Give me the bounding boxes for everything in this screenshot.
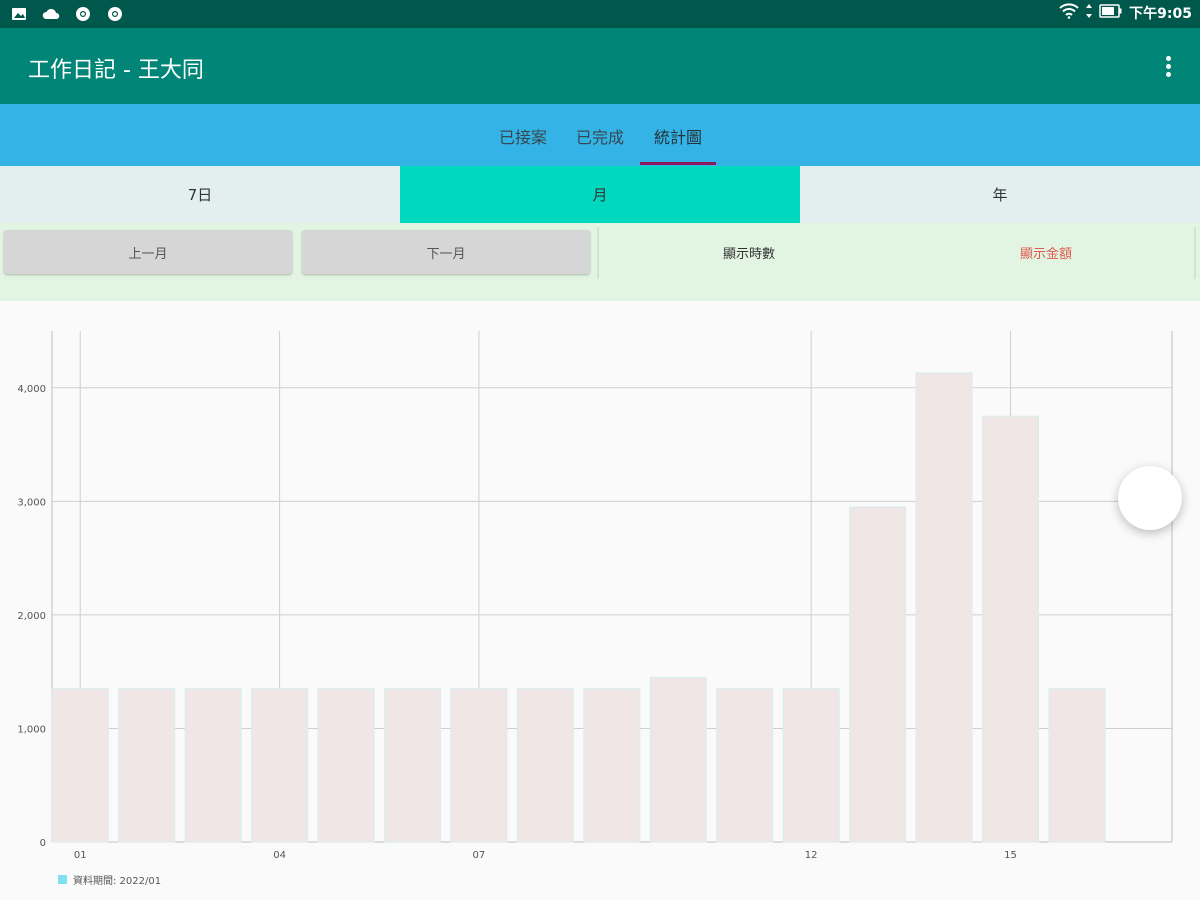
x-tick-label: 12 — [805, 850, 818, 861]
more-vert-icon-dot — [1165, 71, 1171, 77]
bar-day-10 — [649, 676, 707, 843]
y-tick-label: 3,000 — [17, 497, 46, 508]
wifi-icon — [1059, 3, 1079, 23]
floating-action-button[interactable] — [1118, 466, 1182, 530]
battery-icon — [1099, 4, 1123, 22]
bar-day-05 — [317, 688, 375, 843]
bar-day-08 — [516, 688, 574, 843]
app-bar: 工作日記 - 王大同 — [0, 28, 1200, 104]
clock: 下午9:05 — [1129, 6, 1192, 22]
bar-day-15 — [982, 415, 1040, 843]
legend-swatch — [58, 875, 67, 884]
overflow-menu-button[interactable] — [1156, 52, 1180, 80]
x-tick-label: 07 — [473, 850, 486, 861]
y-tick-label: 1,000 — [17, 724, 46, 735]
bar-day-14 — [915, 372, 973, 843]
tab-statistics[interactable]: 統計圖 — [654, 124, 702, 148]
show-amount-button[interactable]: 顯示金額 — [898, 230, 1194, 274]
bar-day-11 — [716, 688, 774, 843]
more-vert-icon-dot — [1165, 63, 1171, 69]
bar-chart: 01,0002,0003,0004,000010407121518 — [17, 331, 1173, 861]
bar-day-06 — [383, 688, 441, 843]
chart-controls: 上一月 下一月 顯示時數 顯示金額 — [0, 223, 1200, 301]
data-arrows-icon — [1085, 3, 1093, 23]
x-tick-label: 04 — [273, 850, 286, 861]
cloud-icon — [42, 5, 60, 23]
bar-day-02 — [118, 688, 176, 843]
prev-month-button[interactable]: 上一月 — [4, 230, 292, 274]
bar-day-01 — [51, 688, 109, 843]
x-tick-label: 15 — [1004, 850, 1017, 861]
bar-day-07 — [450, 688, 508, 843]
divider — [1194, 227, 1196, 279]
show-hours-button[interactable]: 顯示時數 — [600, 230, 898, 274]
system-status: 下午9:05 — [1059, 3, 1192, 23]
chrome-icon — [106, 5, 124, 23]
bar-day-12 — [782, 688, 840, 843]
period-7days[interactable]: 7日 — [0, 166, 400, 223]
image-icon — [10, 5, 28, 23]
chart-legend: 資料期間: 2022/01 — [58, 872, 161, 887]
y-tick-label: 4,000 — [17, 384, 46, 395]
bar-day-13 — [849, 506, 907, 843]
y-tick-label: 0 — [40, 838, 46, 849]
chrome-icon — [74, 5, 92, 23]
app-title: 工作日記 - 王大同 — [28, 58, 204, 83]
divider — [597, 227, 599, 279]
y-tick-label: 2,000 — [17, 611, 46, 622]
next-month-button[interactable]: 下一月 — [302, 230, 590, 274]
period-selector: 7日 月 年 — [0, 166, 1200, 223]
x-tick-label: 01 — [74, 850, 87, 861]
period-month[interactable]: 月 — [400, 166, 800, 223]
chart-area: 01,0002,0003,0004,000010407121518 資料期間: … — [0, 301, 1200, 900]
status-bar: 下午9:05 — [0, 0, 1200, 28]
bar-day-09 — [583, 688, 641, 843]
legend-label: 資料期間: 2022/01 — [73, 876, 162, 887]
tab-bar: 已接案 已完成 統計圖 — [0, 104, 1200, 166]
more-vert-icon — [1165, 55, 1171, 61]
bar-day-03 — [184, 688, 242, 843]
tab-accepted[interactable]: 已接案 — [499, 124, 547, 148]
notification-icons — [10, 5, 124, 23]
bar-day-04 — [251, 688, 309, 843]
period-year[interactable]: 年 — [800, 166, 1200, 223]
bar-day-16 — [1048, 688, 1106, 843]
tab-completed[interactable]: 已完成 — [576, 124, 624, 148]
tab-indicator — [640, 162, 716, 165]
